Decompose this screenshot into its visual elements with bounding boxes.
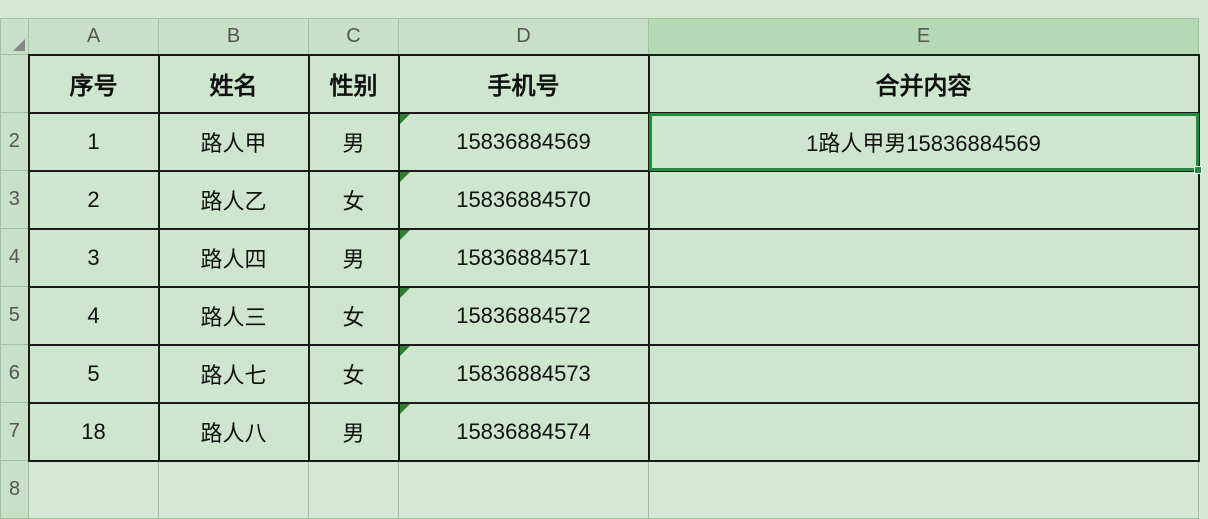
col-header-E[interactable]: E: [649, 19, 1199, 55]
row-header-5[interactable]: 5: [1, 287, 29, 345]
cell-D6[interactable]: 15836884573: [399, 345, 649, 403]
cell-D7-text: 15836884574: [456, 419, 591, 444]
cell-D2-text: 15836884569: [456, 129, 591, 154]
cell-B3[interactable]: 路人乙: [159, 171, 309, 229]
cell-B1[interactable]: 姓名: [159, 55, 309, 113]
cell-B2[interactable]: 路人甲: [159, 113, 309, 171]
select-all-cell[interactable]: [1, 19, 29, 55]
cell-A2[interactable]: 1: [29, 113, 159, 171]
cell-C7[interactable]: 男: [309, 403, 399, 461]
cell-E6[interactable]: [649, 345, 1199, 403]
cell-A5[interactable]: 4: [29, 287, 159, 345]
fill-handle[interactable]: [1194, 166, 1202, 174]
cell-D3[interactable]: 15836884570: [399, 171, 649, 229]
row-header-7[interactable]: 7: [1, 403, 29, 461]
cell-marker-icon: [400, 288, 410, 298]
col-header-A[interactable]: A: [29, 19, 159, 55]
cell-C1[interactable]: 性别: [309, 55, 399, 113]
cell-D4-text: 15836884571: [456, 245, 591, 270]
cell-E7[interactable]: [649, 403, 1199, 461]
cell-E1[interactable]: 合并内容: [649, 55, 1199, 113]
cell-marker-icon: [400, 172, 410, 182]
row-header-4[interactable]: 4: [1, 229, 29, 287]
cell-D1[interactable]: 手机号: [399, 55, 649, 113]
cell-E3[interactable]: [649, 171, 1199, 229]
cell-C3[interactable]: 女: [309, 171, 399, 229]
cell-E5[interactable]: [649, 287, 1199, 345]
cell-D7[interactable]: 15836884574: [399, 403, 649, 461]
cell-marker-icon: [400, 346, 410, 356]
cell-marker-icon: [400, 404, 410, 414]
cell-B4[interactable]: 路人四: [159, 229, 309, 287]
cell-E4[interactable]: [649, 229, 1199, 287]
cell-B5[interactable]: 路人三: [159, 287, 309, 345]
spreadsheet-grid[interactable]: A B C D E 序号 姓名 性别 手机号 合并内容 2 1 路人甲 男 15…: [0, 0, 1208, 519]
cell-C6[interactable]: 女: [309, 345, 399, 403]
cell-A1[interactable]: 序号: [29, 55, 159, 113]
cell-marker-icon: [400, 114, 410, 124]
cell-B6[interactable]: 路人七: [159, 345, 309, 403]
cell-C5[interactable]: 女: [309, 287, 399, 345]
col-header-D[interactable]: D: [399, 19, 649, 55]
cell-A3[interactable]: 2: [29, 171, 159, 229]
row-header-2[interactable]: 2: [1, 113, 29, 171]
cell-A6[interactable]: 5: [29, 345, 159, 403]
cell-C2[interactable]: 男: [309, 113, 399, 171]
row-header-1[interactable]: [1, 55, 29, 113]
col-header-C[interactable]: C: [309, 19, 399, 55]
cell-D5-text: 15836884572: [456, 303, 591, 328]
cell-D5[interactable]: 15836884572: [399, 287, 649, 345]
cell-D6-text: 15836884573: [456, 361, 591, 386]
cell-C4[interactable]: 男: [309, 229, 399, 287]
cell-marker-icon: [400, 230, 410, 240]
cell-D2[interactable]: 15836884569: [399, 113, 649, 171]
row-header-3[interactable]: 3: [1, 171, 29, 229]
cell-B7[interactable]: 路人八: [159, 403, 309, 461]
cell-D3-text: 15836884570: [456, 187, 591, 212]
cell-A4[interactable]: 3: [29, 229, 159, 287]
col-header-B[interactable]: B: [159, 19, 309, 55]
cell-E2-text: 1路人甲男15836884569: [806, 131, 1041, 156]
cell-D4[interactable]: 15836884571: [399, 229, 649, 287]
cell-E2-selected[interactable]: 1路人甲男15836884569: [649, 113, 1199, 171]
cell-A7[interactable]: 18: [29, 403, 159, 461]
row-header-6[interactable]: 6: [1, 345, 29, 403]
